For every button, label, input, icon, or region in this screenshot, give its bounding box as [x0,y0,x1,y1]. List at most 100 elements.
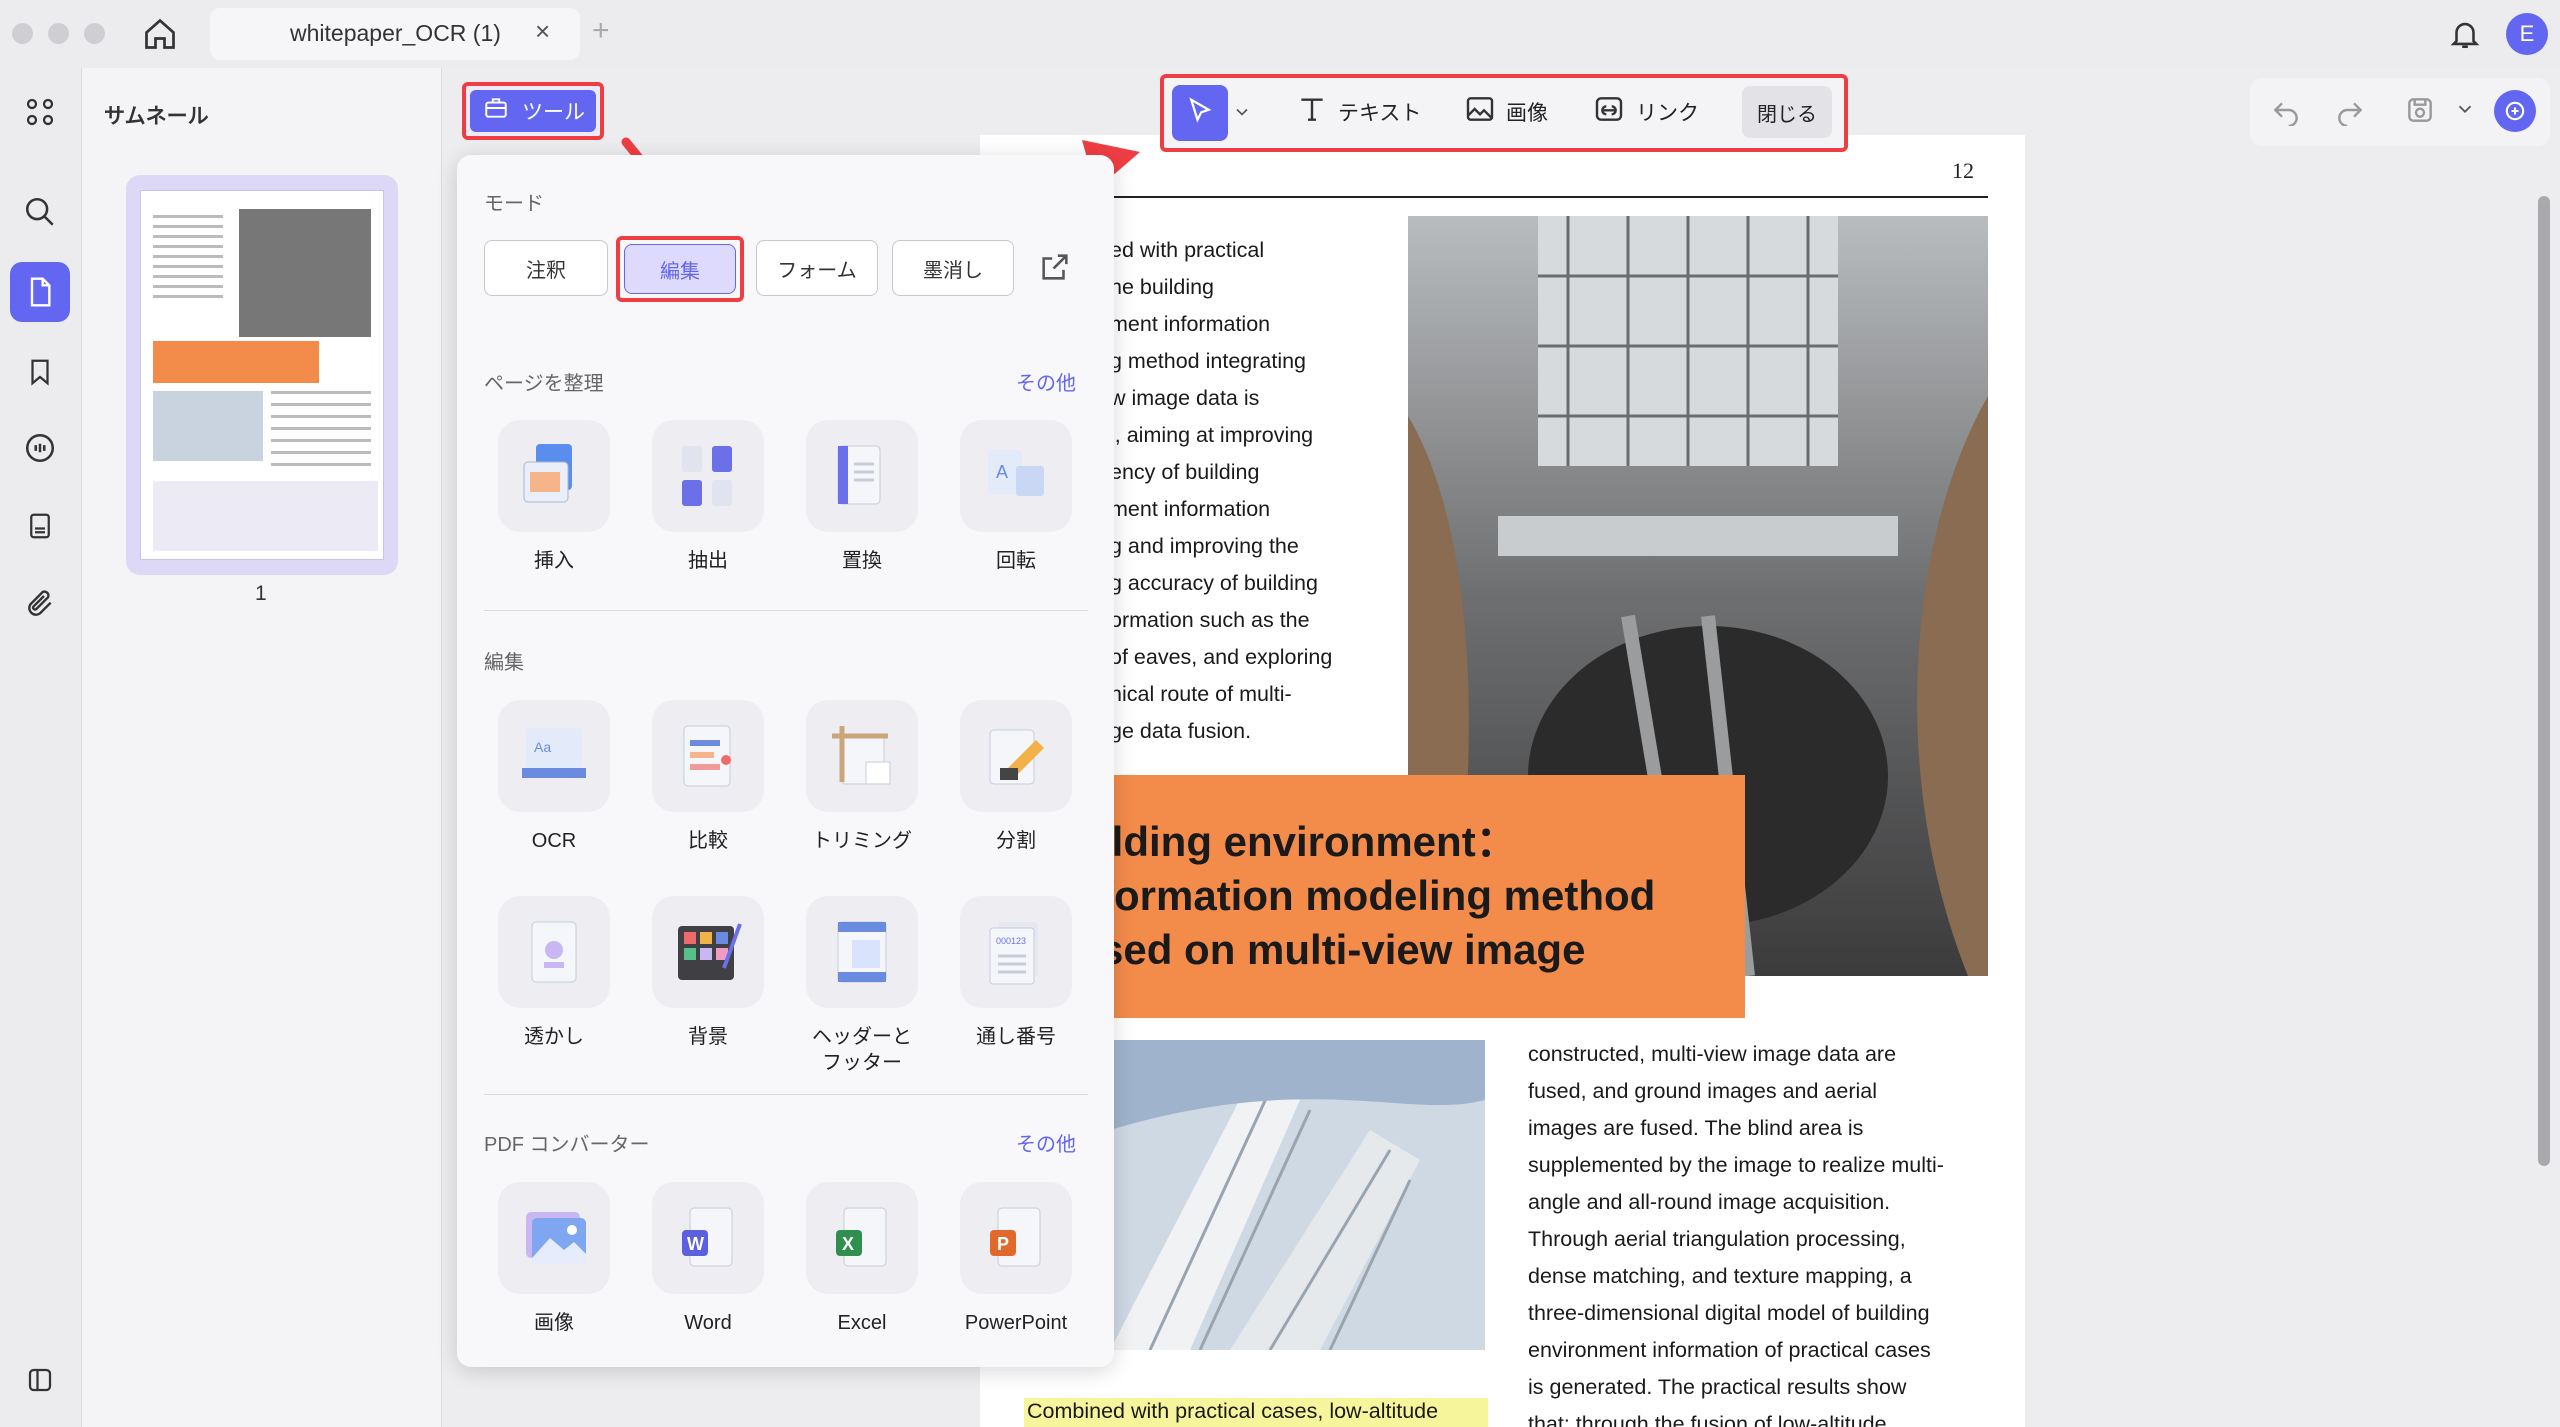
tile-replace-label: 置換 [842,550,882,572]
tile-to-powerpoint[interactable]: P [960,1182,1072,1294]
text-tool-label: テキスト [1338,102,1422,125]
avatar[interactable]: E [2506,13,2548,55]
tab-title: whitepaper_OCR (1) [290,20,501,46]
convert-image-icon [526,1212,586,1264]
text-line: ency of building [1110,460,1260,484]
external-link-icon[interactable] [1038,250,1072,289]
new-tab-icon[interactable]: + [592,14,610,48]
pages-icon[interactable] [10,262,70,322]
tile-background[interactable] [652,896,764,1008]
mode-edit-button[interactable]: 編集 [624,244,736,294]
tile-to-image-label: 画像 [534,1312,574,1334]
text-column-left: ed with practical he building ment infor… [1110,232,1332,750]
text-line: is generated. The practical results show [1528,1375,1907,1399]
tile-to-image[interactable] [498,1182,610,1294]
document-page-number: 12 [1952,158,1974,183]
tile-split[interactable] [960,700,1072,812]
select-tool-button[interactable] [1172,85,1228,141]
convert-word-icon: W [682,1207,733,1267]
close-edit-button[interactable]: 閉じる [1742,86,1832,138]
document-icon[interactable] [10,496,70,556]
tile-header-footer-label: ヘッダーと フッター [812,1026,912,1074]
tile-rotate[interactable]: A [960,420,1072,532]
window-close-dot[interactable] [12,23,33,44]
tile-ocr-label: OCR [531,830,577,852]
compare-icon [683,725,731,787]
attachment-icon[interactable] [10,574,70,634]
mode-annotate-button[interactable]: 注釈 [484,240,608,296]
tile-split-label: 分割 [996,830,1036,852]
mode-form-button[interactable]: フォーム [756,240,878,296]
tools-button[interactable]: ツール [470,90,596,132]
tile-extract[interactable] [652,420,764,532]
link-icon [1592,93,1626,131]
bookmark-icon[interactable] [10,342,70,402]
window-zoom-dot[interactable] [84,23,105,44]
svg-text:W: W [687,1234,704,1254]
link-tool-button[interactable]: リンク [1592,92,1699,132]
notification-bell-icon[interactable] [2448,16,2482,57]
link-tool-label: リンク [1636,102,1699,125]
apps-icon[interactable] [10,82,70,142]
undo-icon[interactable] [2270,94,2302,131]
save-icon[interactable] [2404,94,2436,131]
extract-page-icon [682,446,732,506]
tile-to-powerpoint-label: PowerPoint [964,1312,1068,1334]
text-line: that: through the fusion of low-altitude [1528,1412,1887,1427]
tile-crop[interactable] [806,700,918,812]
text-line: ormation such as the [1110,608,1310,632]
header-rule [1010,196,1988,198]
image-icon [1464,93,1496,131]
tab-close-icon[interactable]: × [535,16,550,47]
tile-to-word[interactable]: W [652,1182,764,1294]
text-line: constructed, multi-view image data are [1528,1042,1897,1066]
text-line: dense matching, and texture mapping, a [1528,1264,1912,1288]
tile-compare-label: 比較 [688,830,728,852]
mode-redact-button[interactable]: 墨消し [892,240,1014,296]
page-thumbnail[interactable] [140,190,384,560]
text-icon [1296,92,1328,132]
text-column-right: constructed, multi-view image data are f… [1528,1036,1944,1427]
comment-icon[interactable] [10,418,70,478]
save-dropdown-chevron-icon[interactable] [2454,98,2476,125]
tile-watermark[interactable] [498,896,610,1008]
select-tool-chevron-icon[interactable] [1232,102,1252,127]
search-icon[interactable] [10,182,70,242]
text-line: angle and all-round image acquisition. [1528,1190,1891,1214]
tile-background-label: 背景 [688,1026,728,1048]
tile-rotate-label: 回転 [996,550,1036,572]
text-line: g accuracy of building [1110,571,1318,595]
vertical-scrollbar[interactable] [2538,196,2550,1166]
convert-excel-icon: X [836,1207,887,1267]
organize-more-link[interactable]: その他 [1016,367,1076,396]
sidebar-toggle-icon[interactable] [10,1350,70,1410]
tile-compare[interactable] [652,700,764,812]
tile-replace[interactable] [806,420,918,532]
svg-text:X: X [842,1234,854,1254]
insert-page-icon [523,444,572,503]
ai-assistant-icon[interactable] [2494,90,2536,132]
tile-insert-label: 挿入 [534,550,574,572]
image-tool-label: 画像 [1506,102,1548,125]
background-icon [678,923,742,980]
text-line: nical route of multi- [1110,682,1292,706]
tile-ocr[interactable]: Aa [498,700,610,812]
window-minimize-dot[interactable] [48,23,69,44]
watermark-icon [531,921,577,983]
converter-more-link[interactable]: その他 [1016,1128,1076,1157]
tile-to-excel[interactable]: X [806,1182,918,1294]
tile-insert[interactable] [498,420,610,532]
svg-text:Aa: Aa [534,739,551,755]
tile-bates-number[interactable]: 000123 [960,896,1072,1008]
text-tool-button[interactable]: テキスト [1296,92,1421,132]
image-tool-button[interactable]: 画像 [1464,92,1548,132]
text-line: environment information of practical cas… [1528,1338,1931,1362]
home-icon[interactable] [142,16,178,57]
svg-text:P: P [997,1234,1009,1254]
redo-icon[interactable] [2334,94,2366,131]
tile-header-footer[interactable] [806,896,918,1008]
organize-section-label: ページを整理 [484,373,604,395]
cursor-icon [1185,95,1215,132]
bates-number-icon: 000123 [989,922,1038,985]
mode-section-label: モード [484,193,544,215]
